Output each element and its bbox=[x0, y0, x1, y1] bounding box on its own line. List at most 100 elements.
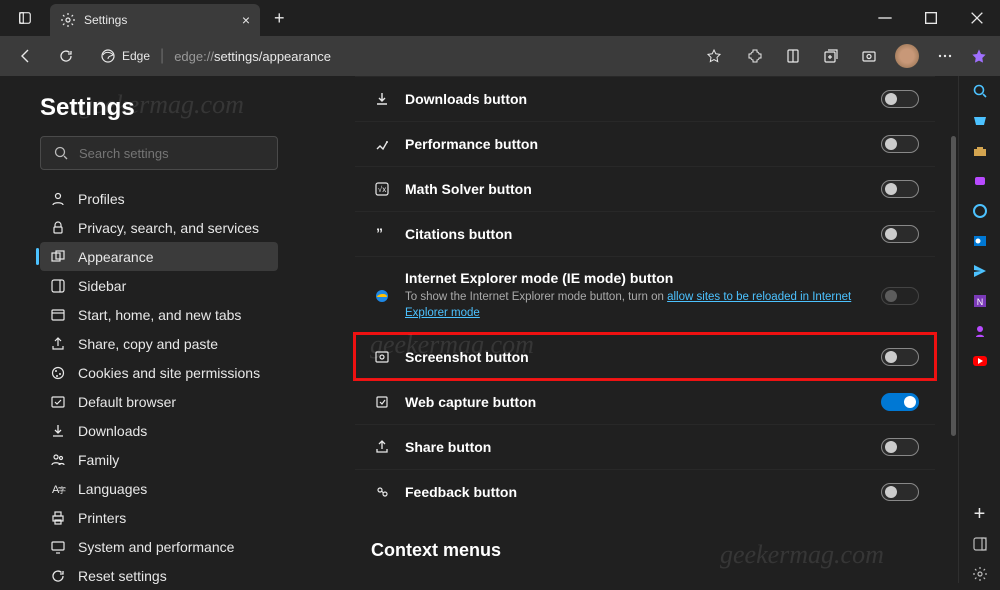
refresh-button[interactable] bbox=[48, 40, 84, 72]
tab-actions-icon[interactable] bbox=[18, 11, 32, 25]
perf-icon bbox=[371, 136, 393, 152]
nav-item-lock[interactable]: Privacy, search, and services bbox=[40, 213, 278, 242]
address-bar[interactable]: Edge | edge://settings/appearance bbox=[92, 41, 730, 71]
maximize-button[interactable] bbox=[908, 0, 954, 36]
settings-content: Downloads buttonPerformance button√xMath… bbox=[300, 76, 958, 583]
home-icon bbox=[50, 307, 66, 323]
settings-heading: Settings bbox=[40, 94, 278, 122]
sidebar-office-icon[interactable] bbox=[971, 202, 989, 220]
cookies-icon bbox=[50, 365, 66, 381]
nav-label: Sidebar bbox=[78, 278, 126, 294]
nav-label: Family bbox=[78, 452, 119, 468]
nav-item-printer[interactable]: Printers bbox=[40, 503, 278, 532]
edge-logo-icon bbox=[100, 48, 116, 64]
more-menu-icon[interactable] bbox=[928, 40, 962, 72]
toggle-feedback[interactable] bbox=[881, 483, 919, 501]
svg-text:N: N bbox=[976, 297, 983, 307]
row-label: Citations button bbox=[405, 226, 881, 242]
nav-item-download[interactable]: Downloads bbox=[40, 416, 278, 445]
setting-row-share2: Share button bbox=[355, 424, 935, 469]
feedback-icon bbox=[371, 484, 393, 500]
nav-item-system[interactable]: System and performance bbox=[40, 532, 278, 561]
favorite-icon[interactable] bbox=[706, 48, 722, 64]
nav-item-language[interactable]: A字Languages bbox=[40, 474, 278, 503]
nav-item-cookies[interactable]: Cookies and site permissions bbox=[40, 358, 278, 387]
collections-icon[interactable] bbox=[814, 40, 848, 72]
toggle-share2[interactable] bbox=[881, 438, 919, 456]
svg-text:字: 字 bbox=[58, 485, 66, 495]
nav-label: System and performance bbox=[78, 539, 234, 555]
sidebar-send-icon[interactable] bbox=[971, 262, 989, 280]
row-label: Downloads button bbox=[405, 91, 881, 107]
nav-label: Cookies and site permissions bbox=[78, 365, 260, 381]
sidebar-icon bbox=[50, 278, 66, 294]
nav-label: Reset settings bbox=[78, 568, 167, 584]
sidebar-games-icon[interactable] bbox=[971, 172, 989, 190]
sidebar-youtube-icon[interactable] bbox=[971, 352, 989, 370]
sidebar-search-icon[interactable] bbox=[971, 82, 989, 100]
nav-label: Privacy, search, and services bbox=[78, 220, 259, 236]
sidebar-kids-icon[interactable] bbox=[971, 322, 989, 340]
screenshot-toolbar-icon[interactable] bbox=[852, 40, 886, 72]
setting-row-screenshot: Screenshot button bbox=[355, 334, 935, 379]
nav-item-default[interactable]: Default browser bbox=[40, 387, 278, 416]
lock-icon bbox=[50, 220, 66, 236]
nav-item-sidebar[interactable]: Sidebar bbox=[40, 271, 278, 300]
sidebar-tools-icon[interactable] bbox=[971, 142, 989, 160]
sidebar-outlook-icon[interactable] bbox=[971, 232, 989, 250]
family-icon bbox=[50, 452, 66, 468]
nav-item-profile[interactable]: Profiles bbox=[40, 184, 278, 213]
url-scheme: Edge bbox=[122, 49, 150, 63]
toggle-perf[interactable] bbox=[881, 135, 919, 153]
profile-icon bbox=[50, 191, 66, 207]
share2-icon bbox=[371, 439, 393, 455]
bing-chat-icon[interactable] bbox=[966, 43, 992, 69]
minimize-button[interactable] bbox=[862, 0, 908, 36]
sidebar-hide-icon[interactable] bbox=[971, 535, 989, 553]
setting-row-math: √xMath Solver button bbox=[355, 166, 935, 211]
nav-label: Languages bbox=[78, 481, 147, 497]
edge-sidebar: N + bbox=[958, 76, 1000, 583]
settings-search-input[interactable] bbox=[79, 146, 265, 161]
favorites-icon[interactable] bbox=[776, 40, 810, 72]
sidebar-settings-icon[interactable] bbox=[971, 565, 989, 583]
appearance-icon bbox=[50, 249, 66, 265]
ie-mode-link[interactable]: allow sites to be reloaded in Internet E… bbox=[405, 291, 851, 319]
nav-label: Printers bbox=[78, 510, 126, 526]
nav-item-home[interactable]: Start, home, and new tabs bbox=[40, 300, 278, 329]
sidebar-shopping-icon[interactable] bbox=[971, 112, 989, 130]
settings-nav: Settings Profiles Privacy, search, and se… bbox=[0, 76, 300, 583]
sidebar-add-icon[interactable]: + bbox=[971, 505, 989, 523]
capture-icon bbox=[371, 394, 393, 410]
toggle-capture[interactable] bbox=[881, 393, 919, 411]
titlebar: Settings × + bbox=[0, 0, 1000, 36]
extensions-icon[interactable] bbox=[738, 40, 772, 72]
search-icon bbox=[53, 145, 69, 161]
nav-item-family[interactable]: Family bbox=[40, 445, 278, 474]
download-icon bbox=[371, 91, 393, 107]
row-label: Screenshot button bbox=[405, 349, 881, 365]
printer-icon bbox=[50, 510, 66, 526]
row-label: Math Solver button bbox=[405, 181, 881, 197]
setting-row-ie: Internet Explorer mode (IE mode) buttonT… bbox=[355, 256, 935, 334]
toolbar: Edge | edge://settings/appearance bbox=[0, 36, 1000, 76]
profile-avatar[interactable] bbox=[890, 40, 924, 72]
toggle-math[interactable] bbox=[881, 180, 919, 198]
section-title-context-menus: Context menus bbox=[371, 540, 935, 561]
ie-icon bbox=[371, 288, 393, 304]
close-window-button[interactable] bbox=[954, 0, 1000, 36]
new-tab-button[interactable]: + bbox=[270, 4, 289, 33]
toggle-cite[interactable] bbox=[881, 225, 919, 243]
tab-close-icon[interactable]: × bbox=[242, 12, 250, 28]
toggle-download[interactable] bbox=[881, 90, 919, 108]
nav-item-share[interactable]: Share, copy and paste bbox=[40, 329, 278, 358]
setting-row-feedback: Feedback button bbox=[355, 469, 935, 514]
toggle-screenshot[interactable] bbox=[881, 348, 919, 366]
back-button[interactable] bbox=[8, 40, 44, 72]
nav-item-appearance[interactable]: Appearance bbox=[40, 242, 278, 271]
sidebar-onenote-icon[interactable]: N bbox=[971, 292, 989, 310]
settings-search[interactable] bbox=[40, 136, 278, 170]
browser-tab[interactable]: Settings × bbox=[50, 4, 260, 36]
scrollbar[interactable] bbox=[951, 136, 956, 436]
nav-item-reset[interactable]: Reset settings bbox=[40, 561, 278, 590]
